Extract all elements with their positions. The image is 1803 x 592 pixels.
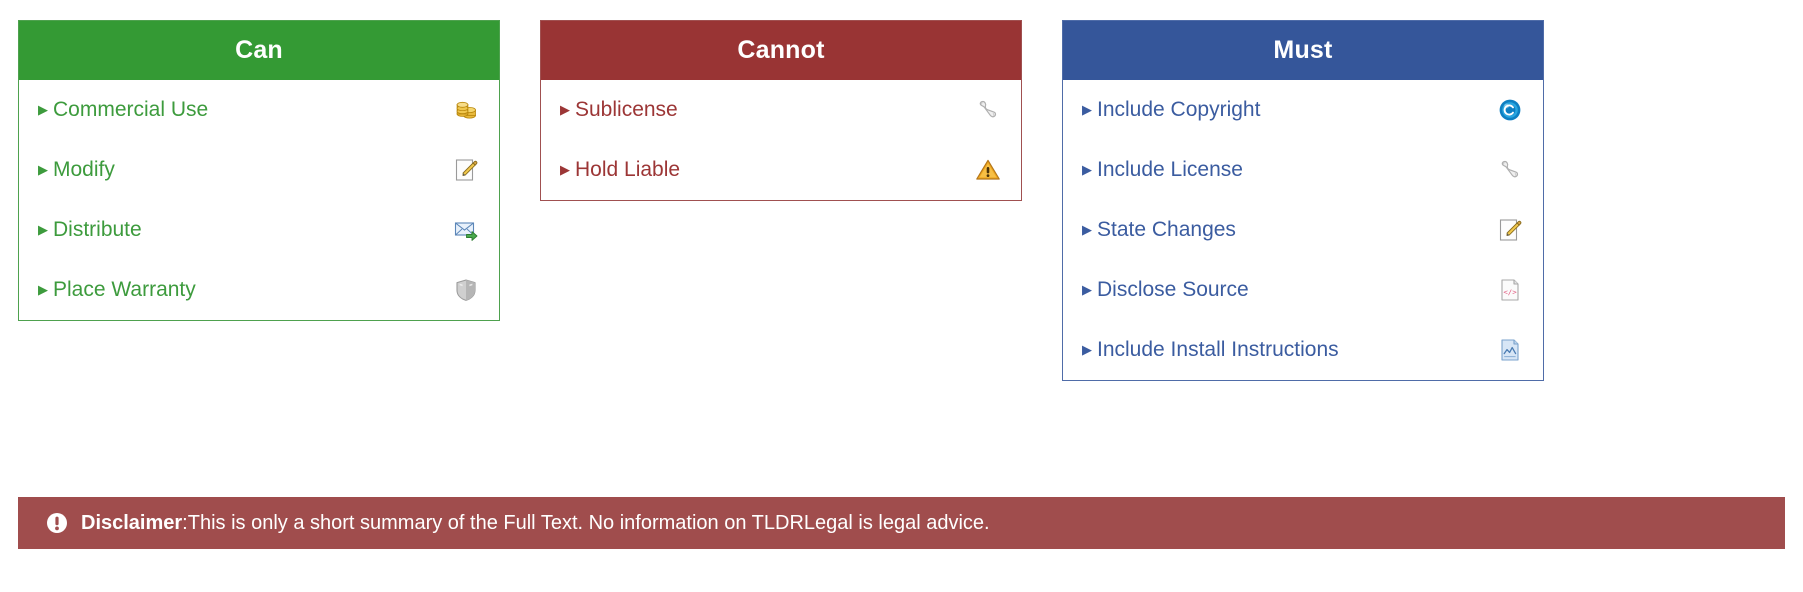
disclaimer-text: This is only a short summary of the Full…	[187, 511, 990, 534]
svg-text:</>: </>	[1503, 287, 1517, 296]
shield-icon	[453, 277, 479, 303]
list-item-label: Include Copyright	[1097, 98, 1261, 121]
warning-triangle-icon	[975, 157, 1001, 183]
disclaimer-label: Disclaimer	[81, 511, 183, 534]
list-item[interactable]: ▶ Include Install Instructions	[1063, 320, 1543, 380]
list-item-label: Disclose Source	[1097, 278, 1249, 301]
envelope-forward-icon	[453, 217, 479, 243]
card-body-must: ▶ Include Copyright ▶ Include License ▶ State…	[1063, 80, 1543, 380]
card-title-can: Can	[19, 21, 499, 80]
scroll-icon	[1497, 157, 1523, 183]
list-item[interactable]: ▶ Place Warranty	[19, 260, 499, 320]
list-item-label: Distribute	[53, 218, 142, 241]
caret-right-icon: ▶	[1082, 281, 1092, 297]
exclamation-icon	[46, 512, 68, 534]
code-document-icon: </>	[1497, 277, 1523, 303]
list-item-label: Hold Liable	[575, 158, 681, 181]
caret-right-icon: ▶	[38, 221, 48, 237]
card-title-must: Must	[1063, 21, 1543, 80]
caret-right-icon: ▶	[560, 101, 570, 117]
caret-right-icon: ▶	[1082, 161, 1092, 177]
list-item[interactable]: ▶ Commercial Use	[19, 80, 499, 140]
list-item[interactable]: ▶ Sublicense	[541, 80, 1021, 140]
list-item-label: Include Install Instructions	[1097, 338, 1339, 361]
coins-icon	[453, 97, 479, 123]
list-item-label: Sublicense	[575, 98, 678, 121]
caret-right-icon: ▶	[1082, 101, 1092, 117]
license-summary-page: Can ▶ Commercial Use ▶ Modify ▶ Distribute ▶ Pla…	[0, 0, 1803, 592]
scroll-icon	[975, 97, 1001, 123]
license-card-must: Must ▶ Include Copyright ▶ Include License ▶ S…	[1062, 20, 1544, 381]
list-item-label: Modify	[53, 158, 115, 181]
list-item-label: Place Warranty	[53, 278, 196, 301]
list-item[interactable]: ▶ Distribute	[19, 200, 499, 260]
pencil-document-icon	[1497, 217, 1523, 243]
list-item-label: Include License	[1097, 158, 1243, 181]
caret-right-icon: ▶	[560, 161, 570, 177]
license-card-cannot: Cannot ▶ Sublicense ▶ Hold Liable	[540, 20, 1022, 201]
list-item-label: Commercial Use	[53, 98, 209, 121]
pencil-document-icon	[453, 157, 479, 183]
list-item[interactable]: ▶ Modify	[19, 140, 499, 200]
license-card-can: Can ▶ Commercial Use ▶ Modify ▶ Distribute ▶ Pla…	[18, 20, 500, 321]
caret-right-icon: ▶	[38, 281, 48, 297]
card-title-cannot: Cannot	[541, 21, 1021, 80]
caret-right-icon: ▶	[38, 161, 48, 177]
list-item[interactable]: ▶ Include License	[1063, 140, 1543, 200]
list-item[interactable]: ▶ Hold Liable	[541, 140, 1021, 200]
list-item[interactable]: ▶ Include Copyright	[1063, 80, 1543, 140]
list-item-label: State Changes	[1097, 218, 1236, 241]
blue-document-icon	[1497, 337, 1523, 363]
card-body-can: ▶ Commercial Use ▶ Modify ▶ Distribute ▶ Place …	[19, 80, 499, 320]
card-body-cannot: ▶ Sublicense ▶ Hold Liable	[541, 80, 1021, 200]
caret-right-icon: ▶	[1082, 221, 1092, 237]
list-item[interactable]: ▶ State Changes	[1063, 200, 1543, 260]
license-summary-columns: Can ▶ Commercial Use ▶ Modify ▶ Distribute ▶ Pla…	[18, 20, 1545, 381]
caret-right-icon: ▶	[1082, 341, 1092, 357]
copyright-icon	[1497, 97, 1523, 123]
caret-right-icon: ▶	[38, 101, 48, 117]
list-item[interactable]: ▶ Disclose Source </>	[1063, 260, 1543, 320]
disclaimer-banner: Disclaimer: This is only a short summary…	[18, 497, 1785, 549]
